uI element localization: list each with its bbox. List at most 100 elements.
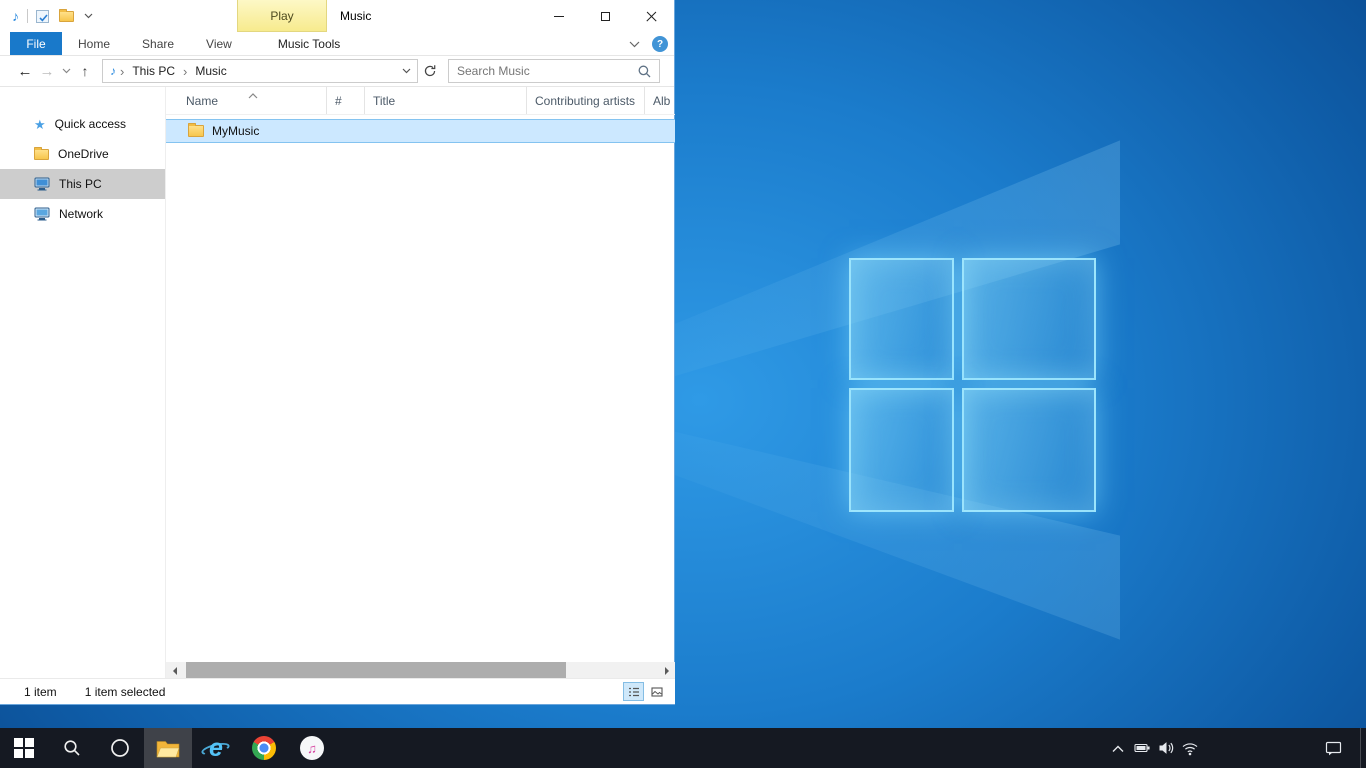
close-button[interactable] — [628, 0, 674, 32]
hidden-icons-button[interactable] — [1106, 728, 1130, 768]
column-header-album[interactable]: Alb — [645, 87, 675, 114]
tab-file[interactable]: File — [10, 32, 62, 55]
item-count: 1 item — [24, 685, 57, 699]
breadcrumb-this-pc[interactable]: This PC — [128, 64, 179, 78]
new-folder-button[interactable] — [59, 11, 74, 22]
windows-logo-pane — [849, 388, 954, 512]
scroll-right-button[interactable] — [658, 662, 675, 679]
qat-separator — [27, 9, 28, 23]
sidebar-item-label: Quick access — [55, 117, 126, 131]
action-center-icon — [1325, 740, 1342, 756]
forward-button[interactable]: → — [36, 59, 58, 83]
cortana-icon — [110, 738, 130, 758]
taskbar-itunes-button[interactable]: ♫ — [288, 728, 336, 768]
breadcrumb-music[interactable]: Music — [191, 64, 230, 78]
horizontal-scrollbar[interactable] — [166, 662, 675, 679]
maximize-button[interactable] — [582, 0, 628, 32]
properties-button[interactable] — [36, 10, 49, 23]
window-controls — [536, 0, 674, 32]
quick-access-toolbar — [36, 10, 93, 23]
network-indicator[interactable] — [1178, 728, 1202, 768]
scroll-left-icon — [173, 667, 177, 675]
file-name: MyMusic — [212, 124, 259, 138]
maximize-icon — [601, 12, 610, 21]
sidebar-item-network[interactable]: Network — [0, 199, 165, 229]
column-header-name[interactable]: Name — [166, 87, 327, 114]
action-center-button[interactable] — [1310, 728, 1356, 768]
folder-icon — [188, 125, 204, 137]
sidebar-item-this-pc[interactable]: This PC — [0, 169, 165, 199]
taskbar-chrome-button[interactable] — [240, 728, 288, 768]
expand-ribbon-chevron[interactable] — [624, 34, 644, 54]
title-bar: ♪ Play Music — [0, 0, 674, 32]
sidebar-item-onedrive[interactable]: OneDrive — [0, 139, 165, 169]
show-desktop-button[interactable] — [1360, 728, 1366, 768]
back-button[interactable]: ← — [14, 59, 36, 83]
breadcrumb-separator: › — [120, 64, 124, 79]
taskbar-search-button[interactable] — [48, 728, 96, 768]
recent-locations-dropdown[interactable] — [58, 59, 74, 83]
refresh-button[interactable] — [418, 59, 442, 83]
volume-icon — [1158, 740, 1174, 756]
navigation-bar: ← → ↑ ♪ › This PC › Music — [0, 56, 674, 87]
search-box — [448, 59, 660, 83]
minimize-icon — [554, 16, 564, 17]
close-icon — [645, 10, 658, 23]
selection-count: 1 item selected — [85, 685, 166, 699]
windows-logo — [849, 258, 1096, 512]
onedrive-icon — [34, 149, 49, 160]
search-icon[interactable] — [638, 65, 651, 78]
ribbon-tab-row: File Home Share View Music Tools ? — [0, 32, 674, 56]
tab-view[interactable]: View — [190, 32, 248, 55]
cortana-button[interactable] — [96, 728, 144, 768]
column-header-contributing-artists[interactable]: Contributing artists — [527, 87, 645, 114]
column-header-title[interactable]: Title — [365, 87, 527, 114]
search-input[interactable] — [449, 64, 638, 78]
ribbon-right-controls: ? — [624, 32, 668, 56]
battery-indicator[interactable] — [1130, 728, 1154, 768]
up-button[interactable]: ↑ — [74, 59, 96, 83]
wifi-icon — [1182, 741, 1198, 756]
desktop: ♪ Play Music File Home Sh — [0, 0, 1366, 768]
windows-logo-pane — [849, 258, 954, 380]
column-header-number[interactable]: # — [327, 87, 365, 114]
taskbar-internet-explorer-button[interactable]: e — [192, 728, 240, 768]
chevron-up-icon — [1111, 744, 1125, 753]
scroll-right-icon — [665, 667, 669, 675]
sidebar-item-quick-access[interactable]: ★ Quick access — [0, 109, 165, 139]
address-bar[interactable]: ♪ › This PC › Music — [102, 59, 418, 83]
windows-logo-pane — [962, 388, 1096, 512]
file-explorer-window: ♪ Play Music File Home Sh — [0, 0, 675, 705]
large-icons-view-button[interactable] — [646, 682, 667, 701]
system-tray — [1106, 728, 1202, 768]
help-button[interactable]: ? — [652, 36, 668, 52]
scroll-left-button[interactable] — [166, 662, 183, 679]
minimize-button[interactable] — [536, 0, 582, 32]
search-icon — [63, 739, 81, 757]
taskbar: e ♫ — [0, 728, 1366, 768]
file-list: Name # Title Contributing artists Alb My… — [166, 87, 675, 679]
status-bar: 1 item 1 item selected — [0, 678, 675, 704]
tab-share[interactable]: Share — [126, 32, 190, 55]
navigation-pane: ★ Quick access OneDrive This PC — [0, 87, 166, 679]
contextual-tab-group-play[interactable]: Play — [237, 0, 327, 32]
breadcrumb-separator: › — [183, 64, 187, 79]
scrollbar-thumb[interactable] — [186, 662, 566, 679]
file-row-mymusic[interactable]: MyMusic — [166, 119, 675, 143]
start-button[interactable] — [0, 728, 48, 768]
windows-logo-pane — [962, 258, 1096, 380]
network-icon — [34, 207, 50, 221]
details-view-button[interactable] — [623, 682, 644, 701]
tab-music-tools[interactable]: Music Tools — [262, 32, 356, 55]
tab-home[interactable]: Home — [62, 32, 126, 55]
volume-indicator[interactable] — [1154, 728, 1178, 768]
internet-explorer-icon: e — [203, 733, 229, 763]
sidebar-item-label: This PC — [59, 177, 102, 191]
battery-icon — [1134, 740, 1151, 756]
sort-ascending-icon — [248, 88, 258, 102]
customize-qat-dropdown[interactable] — [84, 13, 93, 19]
address-dropdown-chevron[interactable] — [402, 68, 411, 74]
explorer-body: ★ Quick access OneDrive This PC — [0, 87, 675, 679]
taskbar-file-explorer-button[interactable] — [144, 728, 192, 768]
quick-access-star-icon: ★ — [34, 118, 46, 131]
